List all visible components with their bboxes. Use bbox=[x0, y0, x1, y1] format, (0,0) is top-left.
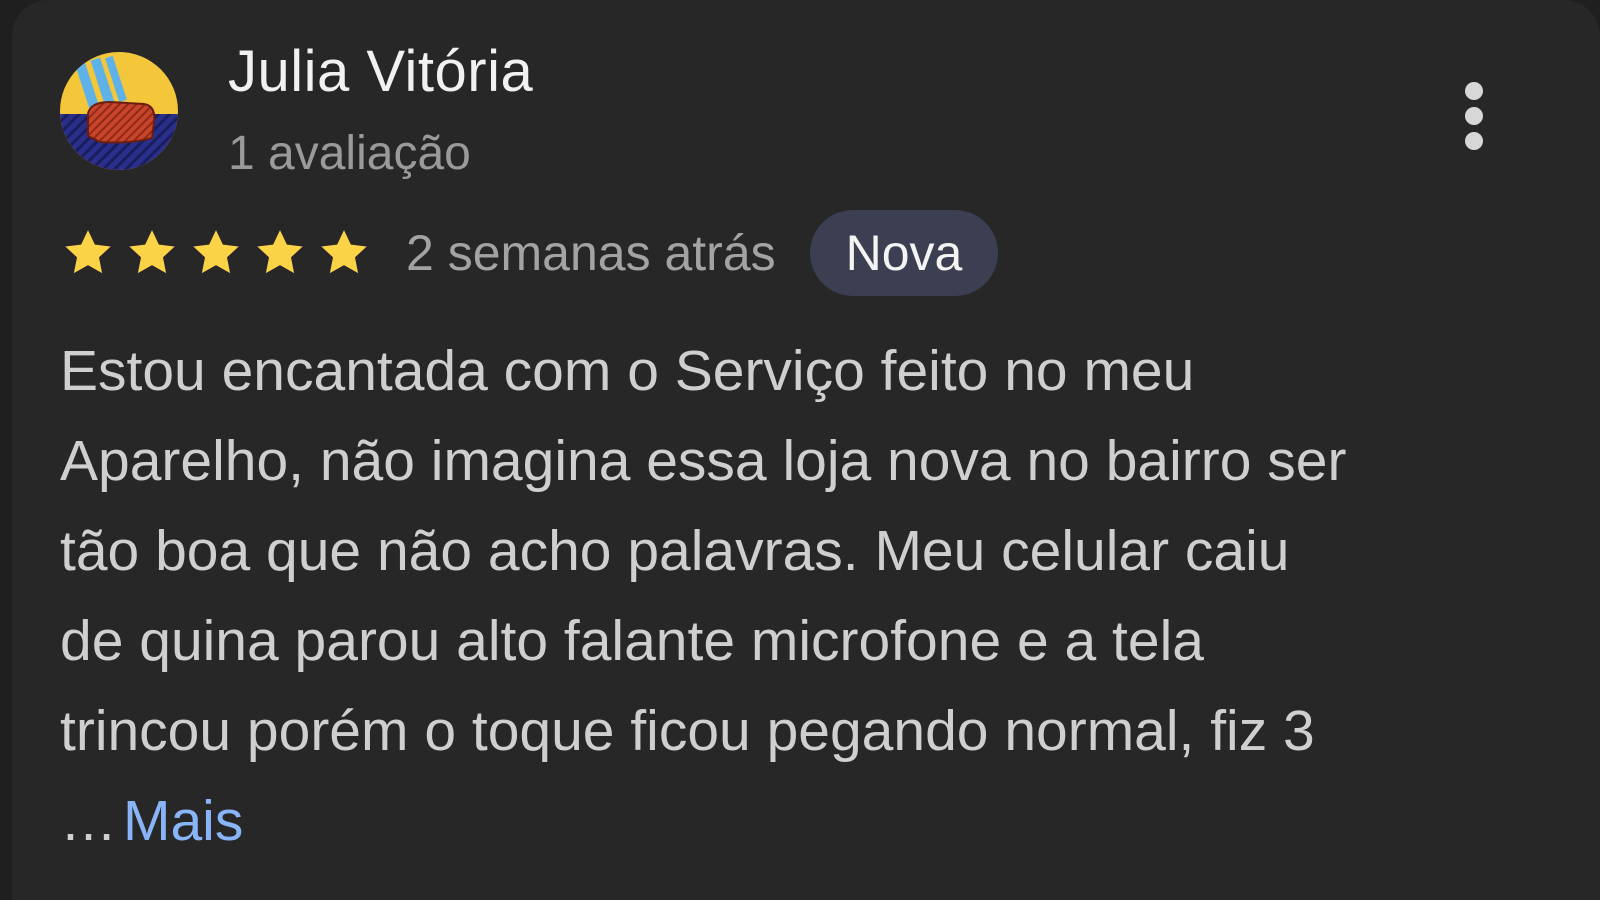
star-icon bbox=[316, 225, 372, 281]
author-name[interactable]: Julia Vitória bbox=[228, 38, 533, 105]
review-text-line: Aparelho, não imagina essa loja nova no … bbox=[60, 429, 1347, 493]
review-text-line: de quina parou alto falante microfone e … bbox=[60, 609, 1204, 673]
review-text: Estou encantada com o Serviço feito no m… bbox=[60, 326, 1560, 866]
ellipsis: … bbox=[60, 789, 117, 853]
star-rating bbox=[60, 225, 380, 281]
star-icon bbox=[60, 225, 116, 281]
review-text-line: trincou porém o toque ficou pegando norm… bbox=[60, 699, 1315, 763]
review-text-line: Estou encantada com o Serviço feito no m… bbox=[60, 339, 1195, 403]
review-date: 2 semanas atrás bbox=[406, 225, 776, 281]
rating-row: 2 semanas atrás Nova bbox=[60, 210, 999, 296]
review-text-last-line: … Mais bbox=[60, 776, 1560, 866]
star-icon bbox=[252, 225, 308, 281]
star-icon bbox=[124, 225, 180, 281]
more-options-button[interactable] bbox=[1444, 68, 1504, 164]
new-badge: Nova bbox=[809, 210, 999, 296]
avatar-image bbox=[60, 52, 178, 170]
review-text-line: tão boa que não acho palavras. Meu celul… bbox=[60, 519, 1290, 583]
star-icon bbox=[188, 225, 244, 281]
author-review-count: 1 avaliação bbox=[228, 127, 471, 180]
more-link[interactable]: Mais bbox=[123, 789, 243, 853]
review-card: Julia Vitória 1 avaliação 2 semanas atrá… bbox=[12, 0, 1600, 900]
more-vert-icon bbox=[1465, 82, 1483, 150]
avatar[interactable] bbox=[60, 52, 178, 170]
